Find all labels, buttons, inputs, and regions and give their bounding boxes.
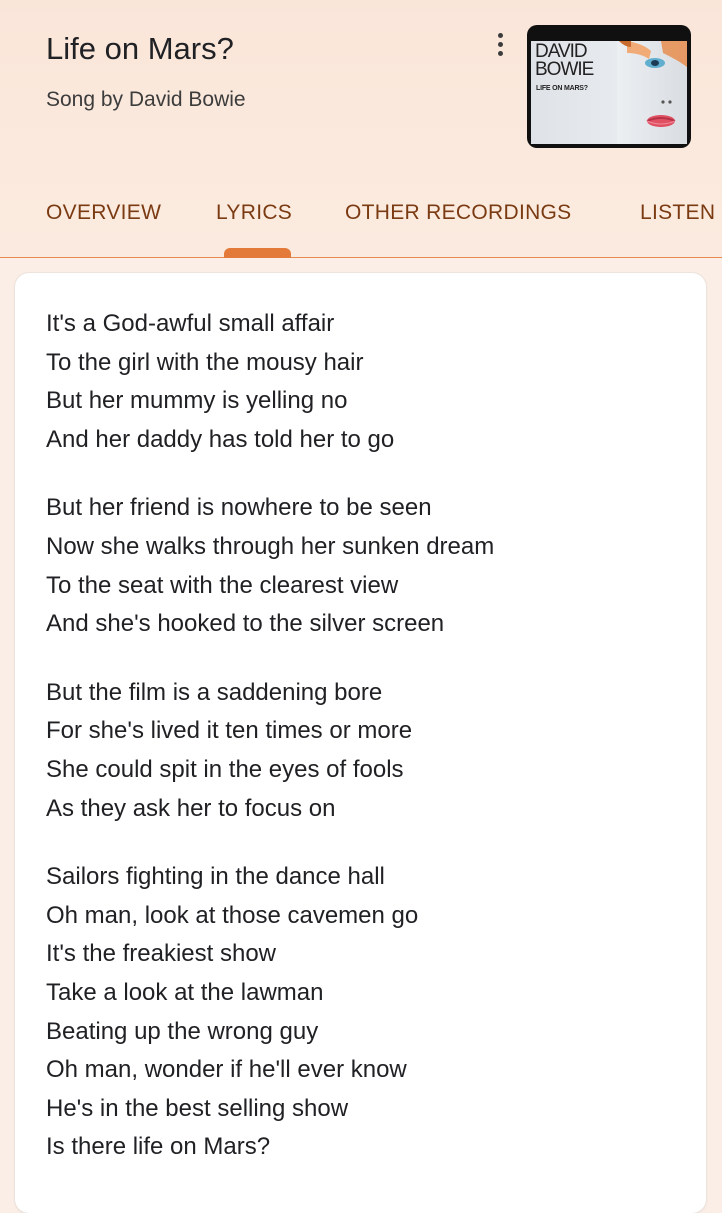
lyrics-body: It's a God-awful small affair To the gir… (46, 305, 494, 1197)
lyrics-stanza: It's a God-awful small affair To the gir… (46, 305, 494, 459)
more-vert-icon (497, 32, 503, 38)
lyrics-line: Oh man, look at those cavemen go (46, 901, 419, 929)
more-vert-icon-dot (497, 41, 503, 47)
lyrics-line: She could spit in the eyes of fools (46, 755, 404, 783)
lyrics-stanza: Sailors fighting in the dance hall Oh ma… (46, 858, 494, 1167)
tab-lyrics[interactable]: LYRICS (216, 193, 292, 233)
lyrics-line: Beating up the wrong guy (46, 1017, 319, 1045)
knowledge-panel-header: Life on Mars? Song by David Bowie DAVID … (0, 0, 722, 258)
tab-other-recordings[interactable]: OTHER RECORDINGS (345, 193, 571, 233)
lyrics-line: For she's lived it ten times or more (46, 717, 413, 745)
album-cover-art: DAVID BOWIE LIFE ON MARS? (531, 41, 687, 144)
lyrics-line: But her friend is nowhere to be seen (46, 494, 432, 522)
lyrics-line: Oh man, wonder if he'll ever know (46, 1056, 407, 1084)
song-title: Life on Mars? (46, 31, 234, 66)
lyrics-line: To the girl with the mousy hair (46, 348, 364, 376)
more-vert-icon-dot (497, 50, 503, 56)
lyrics-line: As they ask her to focus on (46, 794, 336, 822)
lyrics-line: But her mummy is yelling no (46, 387, 348, 415)
lyrics-line: It's a God-awful small affair (46, 310, 335, 337)
cover-text-line2: BOWIE (535, 59, 594, 80)
album-cover-image[interactable]: DAVID BOWIE LIFE ON MARS? (527, 25, 691, 148)
tab-listen[interactable]: LISTEN (640, 193, 715, 233)
lyrics-line: Sailors fighting in the dance hall (46, 863, 385, 891)
lyrics-line: And her daddy has told her to go (46, 425, 395, 453)
album-cover-text: DAVID BOWIE (535, 42, 594, 80)
lyrics-line: He's in the best selling show (46, 1094, 349, 1122)
song-subtitle: Song by David Bowie (46, 88, 246, 111)
lyrics-line: Take a look at the lawman (46, 978, 324, 1006)
tab-bar: OVERVIEW LYRICS OTHER RECORDINGS LISTEN (0, 193, 722, 233)
lyrics-line: Now she walks through her sunken dream (46, 532, 495, 560)
more-options-button[interactable] (486, 28, 514, 60)
lyrics-line: It's the freakiest show (46, 940, 277, 968)
lyrics-line: Is there life on Mars? (46, 1133, 271, 1161)
tab-overview[interactable]: OVERVIEW (46, 193, 161, 233)
lyrics-stanza: But the film is a saddening bore For she… (46, 674, 494, 828)
lyrics-line: And she's hooked to the silver screen (46, 610, 445, 638)
lyrics-line: But the film is a saddening bore (46, 678, 383, 706)
lyrics-line: To the seat with the clearest view (46, 571, 399, 599)
selected-tab-indicator (224, 248, 291, 258)
cover-text-small: LIFE ON MARS? (536, 85, 588, 92)
lyrics-stanza: But her friend is nowhere to be seen Now… (46, 489, 494, 643)
